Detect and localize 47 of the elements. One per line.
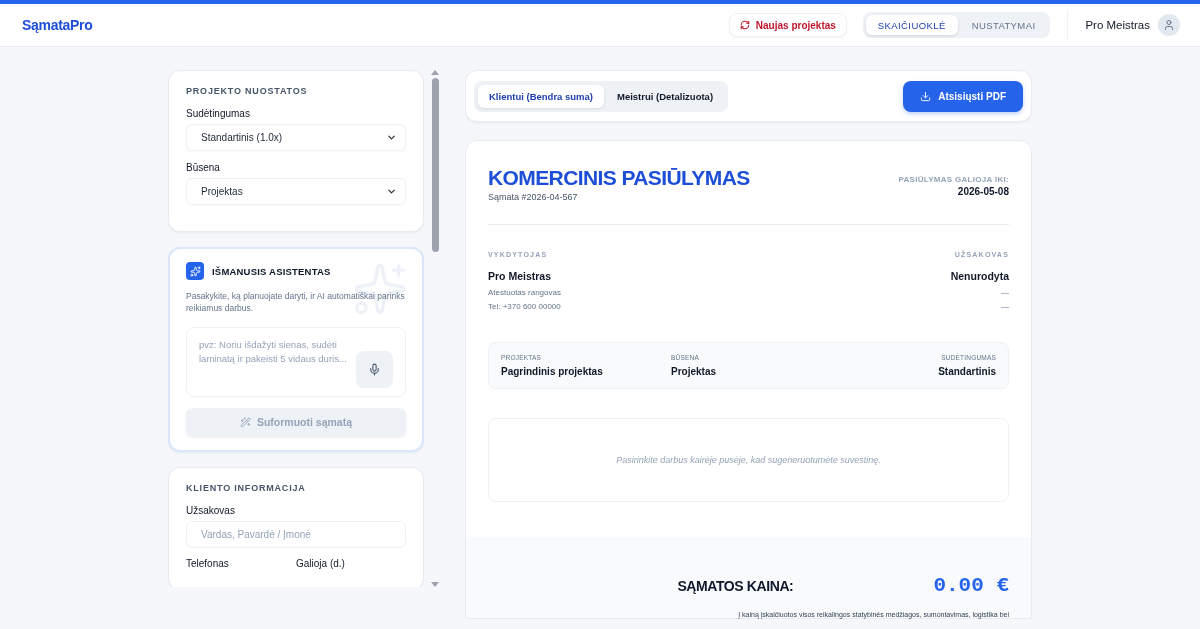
download-pdf-button[interactable]: Atsisiųsti PDF bbox=[903, 80, 1023, 112]
validity-label: PASIŪLYMAS GALIOJA IKI: bbox=[898, 175, 1009, 184]
card-title: IŠMANUSIS ASISTENTAS bbox=[212, 265, 331, 277]
card-title: PROJEKTO NUOSTATOS bbox=[186, 86, 309, 96]
field-label: Telefonas bbox=[186, 557, 230, 569]
chevron-down-icon bbox=[386, 186, 397, 197]
party-name: Nenurodyta bbox=[950, 270, 1009, 282]
document-title: KOMERCINIS PASIŪLYMAS bbox=[488, 166, 750, 190]
party-name: Pro Meistras bbox=[488, 270, 552, 282]
input-field[interactable]: Vardas, Pavardė / Įmonė bbox=[186, 520, 406, 548]
field-label: Būsena bbox=[186, 162, 221, 173]
user-icon bbox=[1163, 19, 1175, 31]
field-label: Užsakovas bbox=[186, 504, 236, 516]
select-field[interactable]: Standartinis (1.0x) bbox=[186, 124, 406, 151]
party-detail: — bbox=[1001, 301, 1009, 313]
sparkles-icon bbox=[186, 262, 204, 280]
total-label: SĄMATOS KAINA: bbox=[677, 577, 794, 594]
summary-value: Projektas bbox=[671, 366, 717, 377]
user-name: Pro Meistras bbox=[1085, 19, 1150, 31]
new-project-button[interactable]: Naujas projektas bbox=[728, 13, 847, 37]
microphone-icon bbox=[368, 362, 381, 376]
chevron-down-icon bbox=[386, 132, 397, 143]
refresh-icon bbox=[739, 20, 750, 30]
select-field[interactable]: Projektas bbox=[186, 178, 406, 205]
nav-tab[interactable]: SKAIČIUOKLĖ bbox=[865, 15, 958, 35]
field-label: Galioja (d.) bbox=[296, 557, 346, 569]
avatar[interactable] bbox=[1158, 14, 1180, 36]
summary-value: Standartinis bbox=[938, 366, 996, 377]
validity-date: 2026-05-08 bbox=[957, 186, 1009, 197]
card-title: KLIENTO INFORMACIJA bbox=[186, 482, 307, 493]
estimate-number: Sąmata #2026-04-567 bbox=[488, 192, 578, 202]
total-amount: 0.00 € bbox=[933, 574, 1009, 597]
empty-message: Pasirinkite darbus kairėje pusėje, kad sugeneruotumėte suvestinę. bbox=[616, 455, 881, 465]
microphone-button[interactable] bbox=[356, 350, 393, 388]
download-icon bbox=[920, 90, 932, 102]
nav-tab[interactable]: NUSTATYMAI bbox=[959, 15, 1048, 35]
summary-value: Pagrindinis projektas bbox=[501, 366, 603, 377]
view-tab[interactable]: Klientui (Bendra suma) bbox=[478, 84, 604, 108]
logo: SąmataPro bbox=[22, 17, 93, 33]
field-label: Sudėtingumas bbox=[186, 108, 251, 119]
party-detail: Tel: +370 600 00000 bbox=[488, 301, 561, 313]
assistant-description: Pasakykite, ką planuojate daryti, ir AI automatiškai parinks reikiamus darbus. bbox=[186, 290, 406, 315]
party-detail: Atestuotas rangovas bbox=[488, 287, 561, 299]
wand-icon bbox=[239, 416, 251, 428]
party-detail: — bbox=[1001, 287, 1009, 299]
scrollbar[interactable] bbox=[430, 70, 440, 587]
view-tab[interactable]: Meistrui (Detalizuota) bbox=[606, 84, 725, 108]
